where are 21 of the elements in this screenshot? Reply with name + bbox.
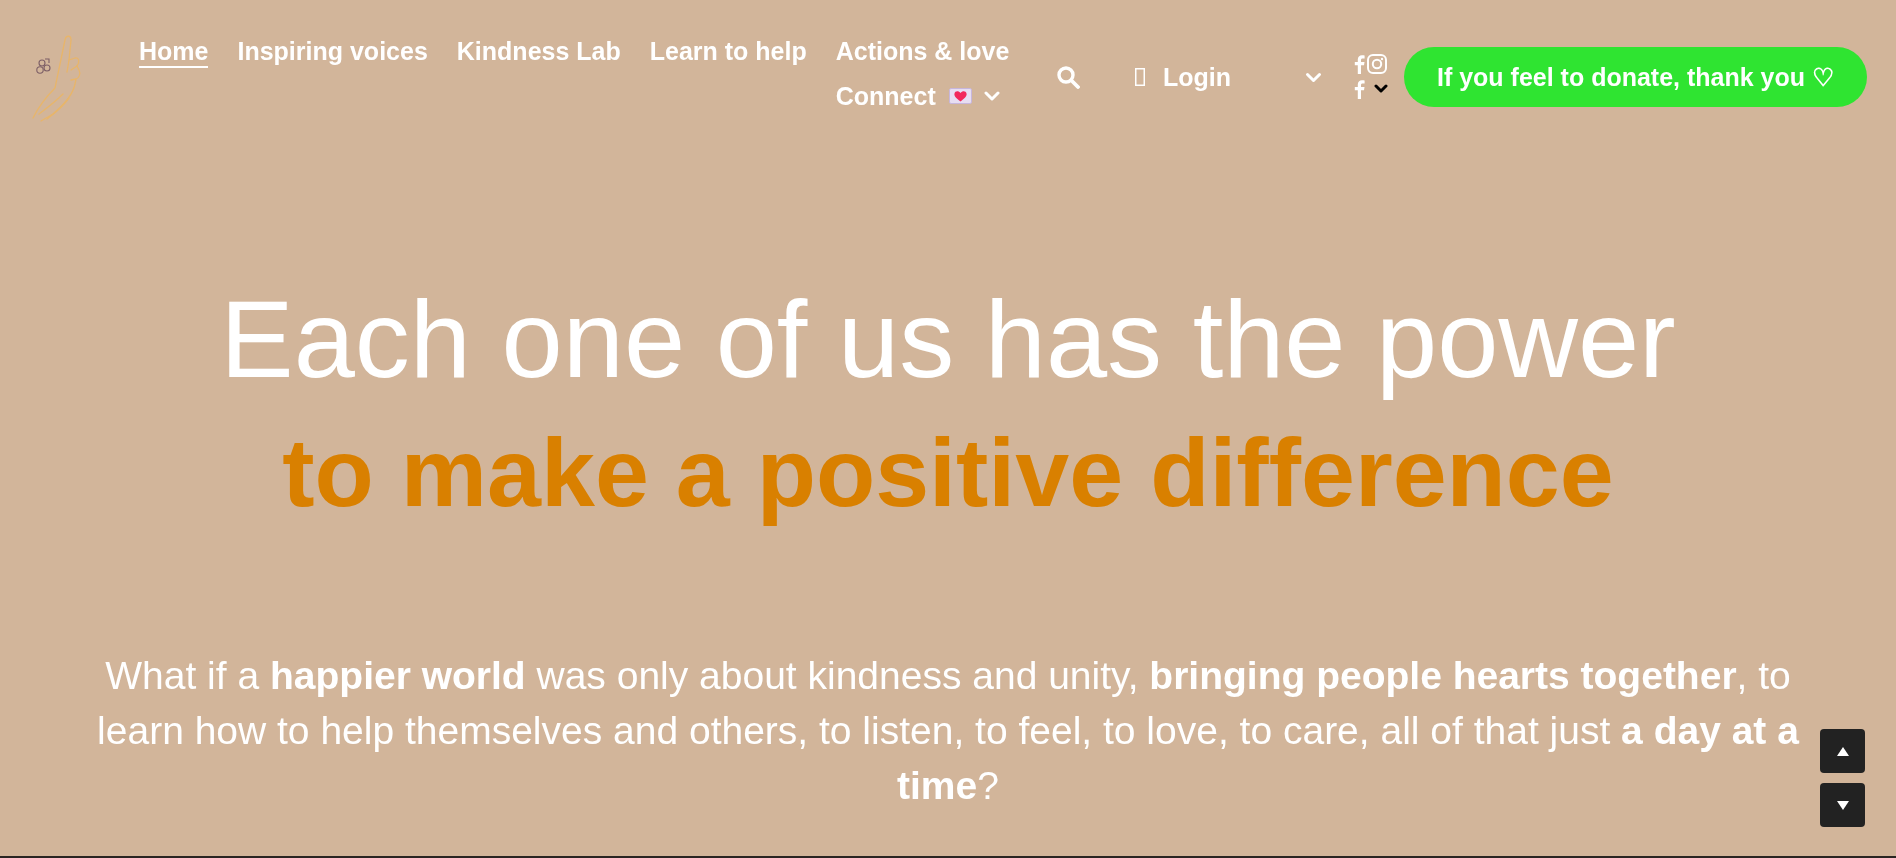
chevron-down-icon (983, 91, 1000, 101)
hero-highlight: to make a positive difference (282, 417, 1614, 529)
triangle-up-icon (1836, 746, 1849, 756)
love-letter-icon (948, 88, 972, 104)
missing-glyph-icon (1134, 68, 1145, 86)
donate-button[interactable]: If you feel to donate, thank you ♡ (1403, 47, 1867, 107)
nav-link[interactable]: Home (139, 36, 209, 68)
scroll-down-button[interactable] (1820, 783, 1865, 827)
intro-paragraph: What if a happier world was only about kindness and unity, bringing people hearts together, to learn how to help themselves and others, to listen, to feel, to love, to care, all of that just a day at a time? (96, 653, 1801, 809)
chevron-down-icon[interactable] (1373, 84, 1388, 94)
login-link[interactable]: Login (1134, 62, 1231, 92)
nav-link[interactable]: Actions & love (835, 36, 1010, 68)
nav-link[interactable]: Kindness Lab (456, 36, 621, 68)
search-icon[interactable] (1055, 65, 1080, 89)
hero-title: Each one of us has the power (220, 276, 1676, 402)
nav-link[interactable]: Learn to help (649, 36, 807, 68)
nav-link[interactable]: Inspiring voices (237, 36, 428, 68)
triangle-down-icon (1836, 800, 1849, 810)
nav-link[interactable]: Connect (835, 81, 1000, 113)
scroll-up-button[interactable] (1820, 729, 1865, 773)
instagram-icon[interactable] (1365, 53, 1388, 74)
